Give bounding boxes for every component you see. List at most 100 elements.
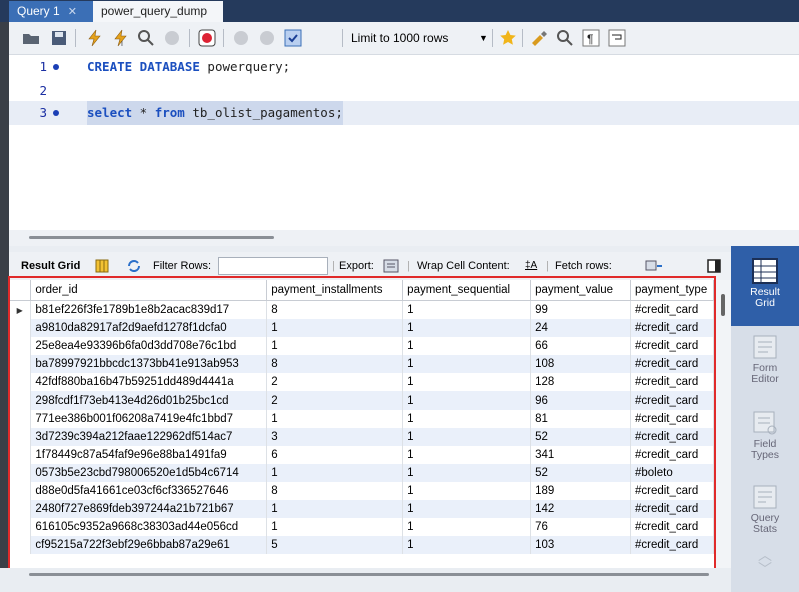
- table-cell[interactable]: 8: [266, 481, 404, 501]
- form-editor-panel-button[interactable]: Form Editor: [731, 334, 799, 385]
- table-cell[interactable]: #credit_card: [630, 391, 714, 410]
- export-icon[interactable]: [383, 252, 401, 280]
- explain-magnifier-icon[interactable]: [136, 28, 156, 48]
- table-row[interactable]: 616105c9352a9668c38303ad44e056cd 1 1 76 #cre…: [9, 518, 714, 537]
- table-cell[interactable]: 298fcdf1f73eb413e4d26d01b25bc1cd: [30, 391, 268, 410]
- table-cell[interactable]: 771ee386b001f06208a7419e4fc1bbd7: [30, 409, 268, 428]
- sql-editor[interactable]: 1 CREATE DATABASE powerquery; 2 3 select…: [9, 55, 799, 230]
- table-cell[interactable]: 2: [266, 373, 404, 392]
- table-cell[interactable]: 616105c9352a9668c38303ad44e056cd: [30, 518, 268, 537]
- table-cell[interactable]: 1: [402, 391, 532, 410]
- table-cell[interactable]: 1: [402, 445, 532, 464]
- table-cell[interactable]: 2480f727e869fdeb397244a21b721b67: [30, 500, 268, 519]
- table-cell[interactable]: 1: [266, 319, 404, 338]
- row-header[interactable]: [9, 463, 32, 482]
- add-snippet-star-icon[interactable]: [498, 28, 518, 48]
- table-cell[interactable]: 5: [266, 536, 404, 555]
- rollback-icon[interactable]: [257, 28, 277, 48]
- table-row[interactable]: 0573b5e23cbd798006520e1d5b4c6714 1 1 52 #bol…: [9, 463, 714, 482]
- table-row[interactable]: d88e0d5fa41661ce03cf6cf336527646 8 1 189 #cr…: [9, 481, 714, 501]
- table-cell[interactable]: #credit_card: [630, 355, 714, 374]
- table-row[interactable]: 298fcdf1f73eb413e4d26d01b25bc1cd 2 1 96 #cre…: [9, 391, 714, 410]
- table-cell[interactable]: d88e0d5fa41661ce03cf6cf336527646: [30, 481, 268, 501]
- limit-rows-select[interactable]: Limit to 1000 rows: [351, 29, 448, 47]
- query-stats-panel-button[interactable]: Query Stats: [731, 484, 799, 535]
- table-cell[interactable]: #credit_card: [630, 500, 714, 519]
- table-cell[interactable]: 1f78449c87a54faf9e96e88ba1491fa9: [30, 445, 268, 464]
- close-icon[interactable]: ✕: [68, 6, 77, 18]
- table-cell[interactable]: b81ef226f3fe1789b1e8b2acac839d17: [30, 300, 268, 320]
- row-header[interactable]: [9, 536, 32, 555]
- table-cell[interactable]: 1: [402, 355, 532, 374]
- table-row[interactable]: ▶ b81ef226f3fe1789b1e8b2acac839d17 8 1 99 #cr…: [9, 300, 714, 320]
- table-cell[interactable]: 108: [530, 355, 631, 374]
- column-header-payment-sequential[interactable]: payment_sequential: [402, 280, 532, 301]
- refresh-icon[interactable]: [126, 252, 142, 280]
- table-cell[interactable]: #credit_card: [630, 481, 714, 501]
- table-row[interactable]: ba78997921bbcdc1373bb41e913ab953 8 1 108 #cr…: [9, 355, 714, 374]
- table-cell[interactable]: #credit_card: [630, 409, 714, 428]
- column-header-payment-type[interactable]: payment_type: [630, 280, 714, 301]
- row-header[interactable]: [9, 481, 32, 501]
- table-cell[interactable]: 1: [402, 463, 532, 482]
- table-cell[interactable]: #boleto: [630, 463, 714, 482]
- code-line-3[interactable]: select * from tb_olist_pagamentos;: [87, 101, 343, 125]
- column-header-payment-value[interactable]: payment_value: [530, 280, 631, 301]
- table-cell[interactable]: 1: [402, 373, 532, 392]
- table-cell[interactable]: 66: [530, 337, 631, 356]
- open-folder-icon[interactable]: [21, 28, 41, 48]
- table-cell[interactable]: 128: [530, 373, 631, 392]
- table-row[interactable]: 42fdf880ba16b47b59251dd489d4441a 2 1 128 #cr…: [9, 373, 714, 392]
- table-cell[interactable]: 1: [402, 481, 532, 501]
- table-cell[interactable]: a9810da82917af2d9aefd1278f1dcfa0: [30, 319, 268, 338]
- stop-icon[interactable]: [162, 28, 182, 48]
- table-cell[interactable]: 1: [402, 500, 532, 519]
- execute-lightning-icon[interactable]: [84, 28, 104, 48]
- row-header[interactable]: [9, 319, 32, 338]
- table-cell[interactable]: 6: [266, 445, 404, 464]
- table-cell[interactable]: #credit_card: [630, 518, 714, 537]
- row-header[interactable]: [9, 500, 32, 519]
- table-cell[interactable]: #credit_card: [630, 319, 714, 338]
- row-header[interactable]: [9, 409, 32, 428]
- table-cell[interactable]: #credit_card: [630, 300, 714, 320]
- table-cell[interactable]: ba78997921bbcdc1373bb41e913ab953: [30, 355, 268, 374]
- table-cell[interactable]: #credit_card: [630, 445, 714, 464]
- tab-query-1[interactable]: Query 1 ✕: [9, 1, 93, 22]
- table-cell[interactable]: 1: [402, 300, 532, 320]
- row-header[interactable]: [9, 518, 32, 537]
- table-cell[interactable]: 341: [530, 445, 631, 464]
- editor-hscrollbar[interactable]: [9, 230, 799, 246]
- table-row[interactable]: a9810da82917af2d9aefd1278f1dcfa0 1 1 24 #cre…: [9, 319, 714, 338]
- table-cell[interactable]: 1: [266, 409, 404, 428]
- grid-layout-icon[interactable]: [95, 252, 109, 280]
- table-cell[interactable]: 8: [266, 355, 404, 374]
- table-cell[interactable]: 2: [266, 391, 404, 410]
- result-grid[interactable]: order_id payment_installments payment_se…: [9, 280, 714, 568]
- table-cell[interactable]: #credit_card: [630, 536, 714, 555]
- grid-hscrollbar[interactable]: [0, 568, 731, 592]
- table-cell[interactable]: #credit_card: [630, 337, 714, 356]
- table-cell[interactable]: 96: [530, 391, 631, 410]
- table-row[interactable]: cf95215a722f3ebf29e6bbab87a29e61 5 1 103 #cr…: [9, 536, 714, 555]
- fetch-next-icon[interactable]: [645, 252, 663, 280]
- table-cell[interactable]: 99: [530, 300, 631, 320]
- table-cell[interactable]: 8: [266, 300, 404, 320]
- filter-rows-input[interactable]: [218, 257, 328, 275]
- row-header[interactable]: [9, 373, 32, 392]
- table-cell[interactable]: 1: [266, 500, 404, 519]
- table-cell[interactable]: 1: [402, 518, 532, 537]
- find-icon[interactable]: [555, 28, 575, 48]
- table-cell[interactable]: 142: [530, 500, 631, 519]
- table-cell[interactable]: 1: [402, 536, 532, 555]
- code-line-1[interactable]: CREATE DATABASE powerquery;: [87, 55, 290, 79]
- table-cell[interactable]: cf95215a722f3ebf29e6bbab87a29e61: [30, 536, 268, 555]
- table-cell[interactable]: 25e8ea4e93396b6fa0d3dd708e76c1bd: [30, 337, 268, 356]
- table-cell[interactable]: 3d7239c394a212faae122962df514ac7: [30, 427, 268, 446]
- table-cell[interactable]: 1: [402, 409, 532, 428]
- row-header[interactable]: [9, 355, 32, 374]
- table-cell[interactable]: 1: [402, 337, 532, 356]
- table-row[interactable]: 2480f727e869fdeb397244a21b721b67 1 1 142 #cr…: [9, 500, 714, 519]
- tab-power-query-dump[interactable]: power_query_dump: [93, 1, 223, 22]
- table-row[interactable]: 3d7239c394a212faae122962df514ac7 3 1 52 #cre…: [9, 427, 714, 446]
